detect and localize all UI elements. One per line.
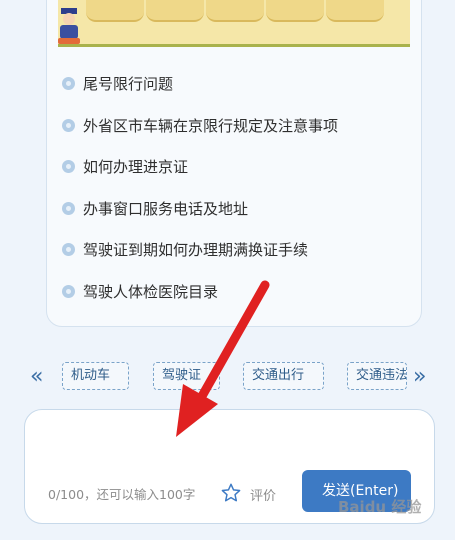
faq-item-medical-hospitals[interactable]: 驾驶人体检医院目录 [62, 279, 218, 303]
scroll-left-icon[interactable]: « [30, 366, 43, 388]
tag-traffic-violation[interactable]: 交通违法 [347, 362, 407, 390]
banner-decoration [206, 0, 264, 22]
banner-decoration [326, 0, 384, 22]
banner-decoration [266, 0, 324, 22]
police-mascot-icon [58, 8, 80, 44]
tag-driver-license[interactable]: 驾驶证 [153, 362, 220, 390]
character-counter: 0/100，还可以输入100字 [48, 487, 196, 502]
faq-item-tail-number[interactable]: 尾号限行问题 [62, 71, 173, 95]
scroll-right-icon[interactable]: » [413, 366, 426, 388]
rate-label[interactable]: 评价 [250, 485, 276, 504]
faq-item-label: 尾号限行问题 [83, 74, 174, 93]
banner-decoration [146, 0, 204, 22]
faq-item-license-renewal[interactable]: 驾驶证到期如何办理期满换证手续 [62, 237, 308, 261]
tag-motor-vehicle[interactable]: 机动车 [62, 362, 129, 390]
faq-item-entry-permit[interactable]: 如何办理进京证 [62, 154, 188, 178]
bullet-icon [62, 284, 75, 298]
banner-decoration [86, 0, 144, 22]
star-icon[interactable] [220, 482, 242, 504]
faq-item-out-of-town-vehicles[interactable]: 外省区市车辆在京限行规定及注意事项 [62, 113, 338, 137]
baidu-watermark: Baidu 经验 [338, 498, 422, 516]
faq-item-label: 驾驶证到期如何办理期满换证手续 [83, 240, 309, 259]
faq-item-label: 如何办理进京证 [83, 157, 189, 176]
faq-item-service-window[interactable]: 办事窗口服务电话及地址 [62, 196, 248, 220]
banner-image [58, 0, 410, 47]
faq-item-label: 办事窗口服务电话及地址 [83, 199, 249, 218]
bullet-icon [62, 201, 75, 215]
bullet-icon [62, 118, 75, 132]
bullet-icon [62, 159, 75, 173]
faq-item-label: 驾驶人体检医院目录 [83, 282, 219, 301]
bullet-icon [62, 242, 75, 256]
bullet-icon [62, 76, 75, 90]
tag-traffic-travel[interactable]: 交通出行 [243, 362, 324, 390]
faq-item-label: 外省区市车辆在京限行规定及注意事项 [83, 116, 339, 135]
